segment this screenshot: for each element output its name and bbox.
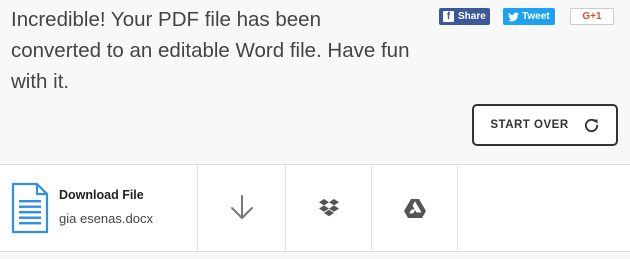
dropbox-icon — [318, 199, 339, 217]
conversion-result-panel: Incredible! Your PDF file has been conve… — [0, 0, 630, 164]
facebook-share-label: Share — [458, 11, 486, 22]
start-over-label: START OVER — [490, 119, 569, 131]
download-file-title[interactable]: Download File — [59, 188, 144, 202]
download-button[interactable] — [198, 165, 285, 251]
start-over-button[interactable]: START OVER — [472, 104, 618, 146]
facebook-icon: f — [443, 11, 454, 22]
divider — [0, 251, 630, 252]
facebook-share-button[interactable]: f Share — [439, 8, 490, 25]
divider — [457, 165, 458, 251]
download-file-name: gia esenas.docx — [59, 211, 153, 226]
success-message: Incredible! Your PDF file has been conve… — [11, 8, 410, 93]
googleplus-button[interactable]: G+1 — [570, 8, 614, 25]
twitter-tweet-label: Tweet — [522, 11, 550, 22]
twitter-tweet-button[interactable]: Tweet — [503, 8, 555, 25]
twitter-bird-icon — [508, 11, 519, 21]
download-arrow-icon — [230, 195, 253, 219]
refresh-icon — [584, 118, 598, 132]
save-to-dropbox-button[interactable] — [286, 165, 371, 251]
save-to-google-drive-button[interactable] — [372, 165, 457, 251]
word-document-icon — [11, 182, 49, 234]
google-drive-icon — [403, 199, 426, 218]
